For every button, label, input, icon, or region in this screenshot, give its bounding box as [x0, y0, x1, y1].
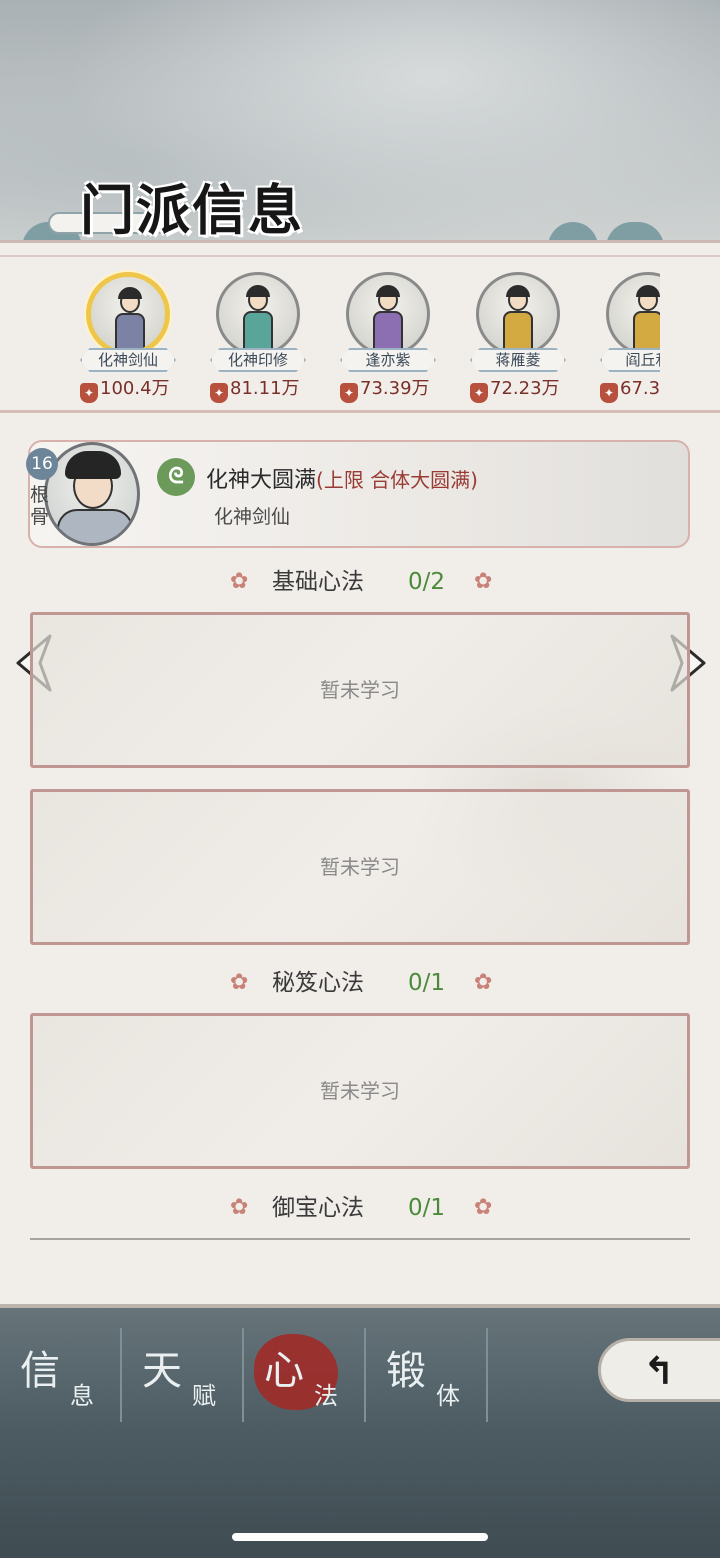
tab-label-big: 锻: [386, 1348, 426, 1394]
section-count: 0/1: [408, 1195, 446, 1221]
roster-divider: [0, 410, 720, 413]
tab-label-big: 心: [264, 1348, 304, 1394]
roster-member[interactable]: 化神剑仙 ✦ 100.4万: [70, 270, 190, 410]
technique-slot[interactable]: 暂未学习: [30, 789, 690, 945]
portrait-hair: [65, 451, 121, 479]
tab-body-forge[interactable]: 锻 体: [366, 1328, 488, 1422]
tab-label-big: 信: [20, 1348, 60, 1394]
member-name: 逢亦紫: [340, 348, 436, 372]
section-header-secret: ✿ 秘笈心法 0/1 ✿: [230, 963, 500, 1003]
slot-status: 暂未学习: [320, 855, 400, 879]
roster-member[interactable]: 阎丘和 ✦67.3: [590, 270, 660, 410]
section-count: 0/1: [408, 970, 446, 996]
roster-member[interactable]: 逢亦紫 ✦ 73.39万: [330, 270, 450, 410]
member-name: 阎丘和: [600, 348, 660, 372]
root-label: 根骨: [30, 484, 50, 528]
power-icon: ✦: [340, 383, 358, 403]
portrait-robe: [57, 509, 133, 543]
flower-icon: ✿: [230, 970, 249, 995]
realm-cap: (上限 合体大圆满): [316, 468, 478, 492]
member-power: ✦ 100.4万: [80, 376, 190, 403]
member-power: ✦ 67.3: [600, 376, 660, 403]
member-roster[interactable]: 化神剑仙 ✦ 100.4万 化神印修 ✦ 81.11万 逢亦紫 ✦ 73.39万 蒋雁…: [70, 270, 660, 410]
power-icon: ✦: [600, 383, 618, 403]
back-arrow-icon: ↰: [643, 1349, 675, 1393]
title-banner: 门派信息: [48, 166, 348, 246]
power-icon: ✦: [470, 383, 488, 403]
member-power-value: 81.11万: [230, 378, 300, 399]
flower-icon: ✿: [474, 970, 493, 995]
flower-icon: ✿: [230, 569, 249, 594]
section-name: 秘笈心法: [272, 970, 364, 996]
tab-label-small: 体: [436, 1382, 460, 1410]
member-power: ✦ 81.11万: [210, 376, 320, 403]
flower-icon: ✿: [474, 1195, 493, 1220]
roster-member[interactable]: 蒋雁菱 ✦ 72.23万: [460, 270, 580, 410]
character-sprite: [371, 285, 405, 353]
tab-label-small: 赋: [192, 1382, 216, 1410]
tab-talent[interactable]: 天 赋: [122, 1328, 244, 1422]
member-avatar[interactable]: [86, 272, 170, 356]
slot-status: 暂未学习: [320, 1079, 400, 1103]
tab-mind-method[interactable]: 心 法: [244, 1328, 366, 1422]
section-header-treasure: ✿ 御宝心法 0/1 ✿: [230, 1188, 500, 1228]
bottom-tab-bar: 信 息 天 赋 心 法 锻 体: [0, 1328, 490, 1422]
section-name: 御宝心法: [272, 1195, 364, 1221]
member-power: ✦ 72.23万: [470, 376, 580, 403]
power-icon: ✦: [80, 383, 98, 403]
character-sprite: [631, 285, 660, 353]
member-power-value: 73.39万: [360, 378, 430, 399]
technique-slot[interactable]: 暂未学习: [30, 1013, 690, 1169]
flower-icon: ✿: [474, 569, 493, 594]
member-name: 蒋雁菱: [470, 348, 566, 372]
member-power-value: 72.23万: [490, 378, 560, 399]
member-avatar[interactable]: [216, 272, 300, 356]
section-name: 基础心法: [272, 569, 364, 595]
realm-status: 化神大圆满(上限 合体大圆满): [206, 462, 478, 494]
member-power-value: 67.3: [620, 378, 660, 399]
tab-label-small: 息: [70, 1382, 94, 1410]
tab-info[interactable]: 信 息: [0, 1328, 122, 1422]
member-avatar[interactable]: [606, 272, 660, 356]
character-title: 化神剑仙: [214, 506, 291, 528]
tab-label-small: 法: [314, 1382, 338, 1410]
character-sprite: [241, 285, 275, 353]
technique-slot[interactable]: 暂未学习: [30, 612, 690, 768]
power-icon: ✦: [210, 383, 228, 403]
back-button[interactable]: ↰: [598, 1338, 720, 1402]
member-power-value: 100.4万: [100, 378, 170, 399]
realm-name: 化神大圆满: [206, 468, 317, 493]
member-avatar[interactable]: [346, 272, 430, 356]
member-avatar[interactable]: [476, 272, 560, 356]
character-sprite: [501, 285, 535, 353]
member-power: ✦ 73.39万: [340, 376, 450, 403]
section-count: 0/2: [408, 569, 446, 595]
slot-status: 暂未学习: [320, 678, 400, 702]
realm-swirl-icon: ᘓ: [157, 458, 195, 496]
page-title: 门派信息: [80, 178, 304, 242]
home-indicator[interactable]: [232, 1533, 488, 1541]
root-value-badge: 16: [26, 448, 58, 480]
member-name: 化神剑仙: [80, 348, 176, 372]
character-sprite: [113, 287, 147, 351]
tab-label-big: 天: [142, 1348, 182, 1394]
character-portrait[interactable]: [44, 442, 140, 546]
member-name: 化神印修: [210, 348, 306, 372]
flower-icon: ✿: [230, 1195, 249, 1220]
roster-member[interactable]: 化神印修 ✦ 81.11万: [200, 270, 320, 410]
section-header-basic: ✿ 基础心法 0/2 ✿: [230, 562, 500, 602]
section-divider: [30, 1238, 690, 1240]
